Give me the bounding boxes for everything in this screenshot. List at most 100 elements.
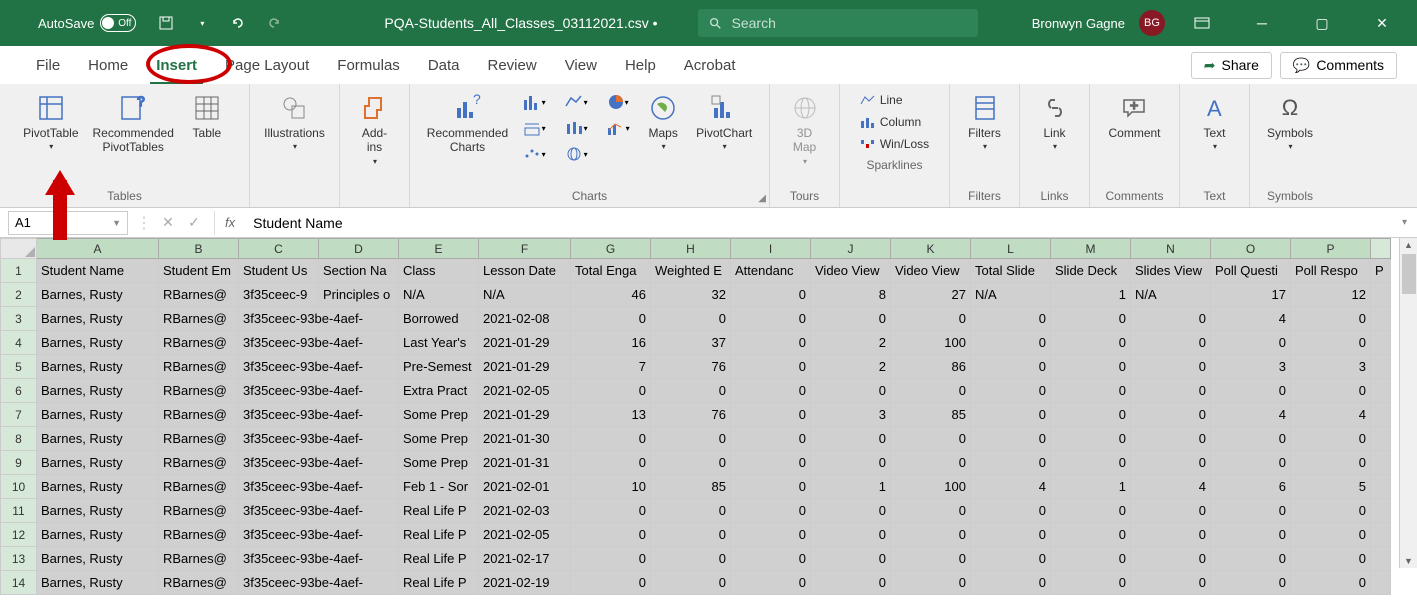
expand-formula-bar-icon[interactable]: ▾: [1392, 217, 1417, 228]
cell[interactable]: 2021-01-29: [479, 403, 571, 427]
undo-icon[interactable]: [228, 13, 248, 33]
cell[interactable]: RBarnes@: [159, 283, 239, 307]
grid-table[interactable]: ABCDEFGHIJKLMNOP 1Student NameStudent Em…: [0, 238, 1391, 595]
cell[interactable]: 0: [811, 547, 891, 571]
cell[interactable]: 4: [1211, 403, 1291, 427]
cell[interactable]: 13: [571, 403, 651, 427]
cell[interactable]: 2021-01-29: [479, 355, 571, 379]
column-header-P[interactable]: P: [1291, 239, 1371, 259]
cell[interactable]: 0: [1291, 451, 1371, 475]
pivotchart-button[interactable]: PivotChart▾: [690, 90, 758, 154]
tab-page-layout[interactable]: Page Layout: [211, 46, 323, 84]
name-box[interactable]: A1 ▼: [8, 211, 128, 235]
hierarchy-chart-icon[interactable]: ▾: [516, 116, 552, 140]
cell-header[interactable]: Poll Questi: [1211, 259, 1291, 283]
cell[interactable]: RBarnes@: [159, 355, 239, 379]
column-header-M[interactable]: M: [1051, 239, 1131, 259]
cell[interactable]: 2021-01-30: [479, 427, 571, 451]
cell[interactable]: Barnes, Rusty: [37, 451, 159, 475]
cell[interactable]: 0: [1211, 571, 1291, 595]
tab-home[interactable]: Home: [74, 46, 142, 84]
cell[interactable]: 17: [1211, 283, 1291, 307]
charts-dialog-launcher-icon[interactable]: ◢: [758, 193, 766, 204]
cell[interactable]: Barnes, Rusty: [37, 355, 159, 379]
tab-review[interactable]: Review: [474, 46, 551, 84]
cell[interactable]: 0: [1051, 427, 1131, 451]
cell[interactable]: 0: [731, 499, 811, 523]
cell[interactable]: 0: [1211, 451, 1291, 475]
autosave-toggle[interactable]: AutoSave Off: [38, 14, 136, 32]
cell[interactable]: 0: [971, 499, 1051, 523]
cell[interactable]: 0: [811, 451, 891, 475]
cell[interactable]: 0: [1131, 331, 1211, 355]
file-name[interactable]: PQA-Students_All_Classes_03112021.csv •: [384, 15, 657, 31]
row-header-12[interactable]: 12: [1, 523, 37, 547]
cell[interactable]: 0: [1131, 379, 1211, 403]
cell[interactable]: 0: [651, 547, 731, 571]
cell[interactable]: 0: [1131, 547, 1211, 571]
cell[interactable]: Extra Pract: [399, 379, 479, 403]
cell-header[interactable]: Weighted E: [651, 259, 731, 283]
cell[interactable]: 0: [571, 307, 651, 331]
row-header-7[interactable]: 7: [1, 403, 37, 427]
combo-chart-icon[interactable]: ▾: [600, 116, 636, 140]
recommended-charts-button[interactable]: ? Recommended Charts: [421, 90, 514, 157]
map-chart-icon[interactable]: ▾: [558, 142, 594, 166]
cell[interactable]: 0: [1051, 547, 1131, 571]
cell[interactable]: 0: [1211, 331, 1291, 355]
cell[interactable]: 0: [571, 571, 651, 595]
column-header-F[interactable]: F: [479, 239, 571, 259]
cell[interactable]: Principles o: [319, 283, 399, 307]
cell[interactable]: 3f35ceec-93be-4aef-: [239, 475, 399, 499]
cell[interactable]: 0: [731, 571, 811, 595]
maps-button[interactable]: Maps▾: [638, 90, 688, 154]
cell[interactable]: 0: [1131, 523, 1211, 547]
cell[interactable]: 0: [811, 307, 891, 331]
cell[interactable]: 2021-01-31: [479, 451, 571, 475]
comment-button[interactable]: + Comment: [1102, 90, 1166, 142]
cell[interactable]: 0: [971, 523, 1051, 547]
row-header-9[interactable]: 9: [1, 451, 37, 475]
cell[interactable]: Barnes, Rusty: [37, 547, 159, 571]
cell[interactable]: 2: [811, 331, 891, 355]
cell[interactable]: 2021-02-17: [479, 547, 571, 571]
cell[interactable]: 2021-02-05: [479, 379, 571, 403]
cell[interactable]: 0: [971, 403, 1051, 427]
cell-header[interactable]: Video View: [811, 259, 891, 283]
cell[interactable]: 0: [1291, 547, 1371, 571]
fx-icon[interactable]: fx: [215, 215, 245, 230]
cell[interactable]: 4: [1291, 403, 1371, 427]
cell[interactable]: Barnes, Rusty: [37, 427, 159, 451]
cell[interactable]: 0: [891, 523, 971, 547]
cell[interactable]: 0: [731, 379, 811, 403]
row-header-3[interactable]: 3: [1, 307, 37, 331]
cell[interactable]: 10: [571, 475, 651, 499]
cell[interactable]: 0: [651, 427, 731, 451]
cell[interactable]: 3f35ceec-93be-4aef-: [239, 307, 399, 331]
column-header-E[interactable]: E: [399, 239, 479, 259]
cell[interactable]: 100: [891, 331, 971, 355]
cell[interactable]: 3f35ceec-93be-4aef-: [239, 355, 399, 379]
cell[interactable]: 0: [891, 547, 971, 571]
cell[interactable]: 0: [731, 547, 811, 571]
close-button[interactable]: ✕: [1359, 0, 1405, 46]
cell[interactable]: 0: [571, 451, 651, 475]
cell[interactable]: 0: [891, 427, 971, 451]
cell-header[interactable]: Lesson Date: [479, 259, 571, 283]
cell[interactable]: 0: [1131, 571, 1211, 595]
cell[interactable]: 0: [1131, 355, 1211, 379]
cell[interactable]: 0: [971, 451, 1051, 475]
sparkline-column-button[interactable]: Column: [856, 112, 933, 132]
cell[interactable]: 0: [971, 331, 1051, 355]
row-header-6[interactable]: 6: [1, 379, 37, 403]
cell[interactable]: 0: [1291, 571, 1371, 595]
column-header-L[interactable]: L: [971, 239, 1051, 259]
sparkline-line-button[interactable]: Line: [856, 90, 933, 110]
cell[interactable]: 0: [651, 307, 731, 331]
cell[interactable]: 5: [1291, 475, 1371, 499]
cell-header[interactable]: Total Enga: [571, 259, 651, 283]
cell[interactable]: RBarnes@: [159, 547, 239, 571]
cell[interactable]: 0: [571, 427, 651, 451]
cell[interactable]: 4: [971, 475, 1051, 499]
column-header-K[interactable]: K: [891, 239, 971, 259]
